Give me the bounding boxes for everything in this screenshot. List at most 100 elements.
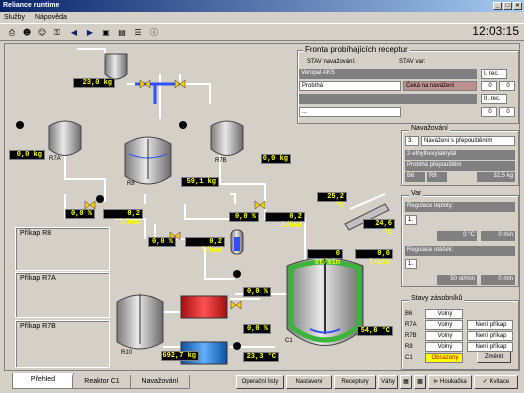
section-prikap-r7a: Příkap R7A <box>15 272 110 318</box>
recipes-button[interactable]: Receptury <box>334 375 376 389</box>
tank-state-prikap: Není příkap <box>467 320 513 330</box>
temp-reg-num: 1. <box>405 215 417 225</box>
c1-label: C1 <box>285 338 293 344</box>
minimize-button[interactable]: _ <box>493 2 502 10</box>
flow1-lh: 0,2 l/hod <box>103 209 143 227</box>
user-icon[interactable]: ☻ <box>21 27 33 38</box>
reactor-temp-right: 24,6 °C <box>363 219 395 237</box>
prikap-r8-label: Příkap R8 <box>20 230 52 237</box>
users-icon[interactable]: ☺ <box>36 27 48 38</box>
grid-icon[interactable]: ▦ <box>400 375 412 389</box>
operational-sheets-button[interactable]: Operační listy <box>236 375 284 389</box>
horn-label: Houkačka <box>440 379 467 385</box>
tank-state-name: R8 <box>405 344 413 350</box>
tank-state-name: R7A <box>405 322 417 328</box>
weighing-title: Navažování <box>409 125 450 132</box>
ai-icon[interactable]: ▩ <box>414 375 426 389</box>
weighing-b6: B6 <box>405 172 425 182</box>
book-icon[interactable]: ▣ <box>100 27 112 38</box>
rpm-reg-title: Regulace otáček: <box>405 246 515 256</box>
tank-r7b <box>210 120 244 156</box>
queue-row1-wait: Čeká na navážení <box>403 81 477 91</box>
section-prikap-r7b: Příkap R7B <box>15 320 110 368</box>
back-icon[interactable]: ◀ <box>68 27 80 38</box>
tab-prehled[interactable]: Přehled <box>12 373 74 389</box>
prikap-r7b-label: Příkap R7B <box>20 323 56 330</box>
acknowledge-label: Kvitace <box>489 379 510 385</box>
queue-row1-rec: I. rec. <box>481 69 507 79</box>
check-icon: ✓ <box>482 379 488 385</box>
maximize-button[interactable]: □ <box>503 2 512 10</box>
tank-state-status: Volný <box>425 331 463 341</box>
rpm-reg-min: 0 min <box>481 275 515 285</box>
tab-navazovani[interactable]: Navažování <box>130 375 190 389</box>
queue-row2-name[interactable] <box>299 94 477 104</box>
pct-bot: 0,0 % <box>243 324 271 334</box>
flow1-pct: 0,0 % <box>65 209 95 219</box>
acknowledge-button[interactable]: ✓ Kvitace <box>474 375 518 389</box>
queue-row2-a: 0 <box>481 107 497 117</box>
section-prikap-r8: Příkap R8 <box>15 227 110 271</box>
tank-r8 <box>124 136 172 185</box>
list-icon[interactable]: ☰ <box>132 27 144 38</box>
temp-bot: 23,3 °C <box>243 352 279 362</box>
tank-state-status: Volný <box>425 309 463 319</box>
horn-icon: ⊳ <box>433 379 439 385</box>
reactor-temp-top: 25,2 °C <box>317 192 347 210</box>
tank-top-weight: 23,0 kg <box>73 78 115 88</box>
tank-state-name: R7B <box>405 333 417 339</box>
tank-state-name: C1 <box>405 355 413 361</box>
reactor-rpm: 0 ot/min <box>307 249 343 267</box>
flow3-lh: 0,2 l/hod <box>265 212 305 230</box>
queue-row1-state: Probíhá <box>299 81 401 91</box>
window-title: Reliance runtime _ □ × <box>0 0 524 12</box>
scales-button[interactable]: Váhy <box>378 375 398 389</box>
settings-button[interactable]: Nastavení <box>286 375 332 389</box>
menu-napoveda[interactable]: Nápověda <box>35 14 67 21</box>
queue-title: Fronta probíhajících receptur <box>303 45 410 54</box>
menu-sluzby[interactable]: Služby <box>4 14 25 21</box>
r7b-label: R7B <box>215 158 227 164</box>
change-button[interactable]: Změnit <box>477 351 511 363</box>
horn-button[interactable]: ⊳ Houkačka <box>428 375 472 389</box>
flow2-pct: 0,0 % <box>148 237 176 247</box>
temp-reg-title: Regulace teploty: <box>405 202 515 212</box>
r7a-label: R7A <box>49 156 61 162</box>
tank-state-status: Volný <box>425 320 463 330</box>
prikap-r7a-label: Příkap R7A <box>20 275 56 282</box>
chart-icon[interactable]: ▤ <box>116 27 128 38</box>
queue-row2-rec: II. rec. <box>481 94 507 104</box>
heater-red <box>180 295 228 319</box>
rpm-reg-val: 50 ot/min <box>437 275 477 285</box>
tab-reaktor-c1[interactable]: Reaktor C1 <box>72 375 132 389</box>
var-title: Var <box>409 190 424 197</box>
temp-reg-min: 0 min <box>481 231 515 241</box>
tank-state-status: Volný <box>425 342 463 352</box>
menubar: Služby Nápověda <box>0 12 524 23</box>
r10-label: R10 <box>121 350 133 356</box>
tank-state-name: B6 <box>405 311 413 317</box>
key-icon[interactable]: ⚿ <box>51 27 63 38</box>
queue-row1-b: 0 <box>499 81 515 91</box>
tank-r10 <box>116 294 164 350</box>
temp-reg-val: 0 °C <box>437 231 477 241</box>
rpm-reg-num: 1. <box>405 259 417 269</box>
pct-top: 0,0 % <box>243 287 271 297</box>
r8-label: R8 <box>127 181 135 187</box>
weighing-status: Navážení s přepouštěním <box>421 136 515 146</box>
queue-col2: STAV var: <box>399 59 426 65</box>
forward-icon[interactable]: ▶ <box>84 27 96 38</box>
tank-r7a <box>48 120 82 156</box>
queue-row1-name[interactable]: Veropal AKS <box>299 69 477 79</box>
r10-weight: 692,7 kg <box>161 351 199 361</box>
weighing-item1: 2-ethylhexylakrylát <box>405 150 515 160</box>
queue-row2-dots: ... <box>299 107 401 117</box>
info-icon[interactable]: ⓘ <box>148 27 160 38</box>
tank-state-prikap: Není příkap <box>467 331 513 341</box>
queue-row1-a: 0 <box>481 81 497 91</box>
weighing-r8: R8 <box>427 172 447 182</box>
queue-col1: STAV navažování: <box>307 59 356 65</box>
print-icon[interactable]: ⎙ <box>6 27 18 38</box>
bottom-bar: Přehled Reaktor C1 Navažování Operační l… <box>4 373 520 391</box>
close-button[interactable]: × <box>513 2 522 10</box>
